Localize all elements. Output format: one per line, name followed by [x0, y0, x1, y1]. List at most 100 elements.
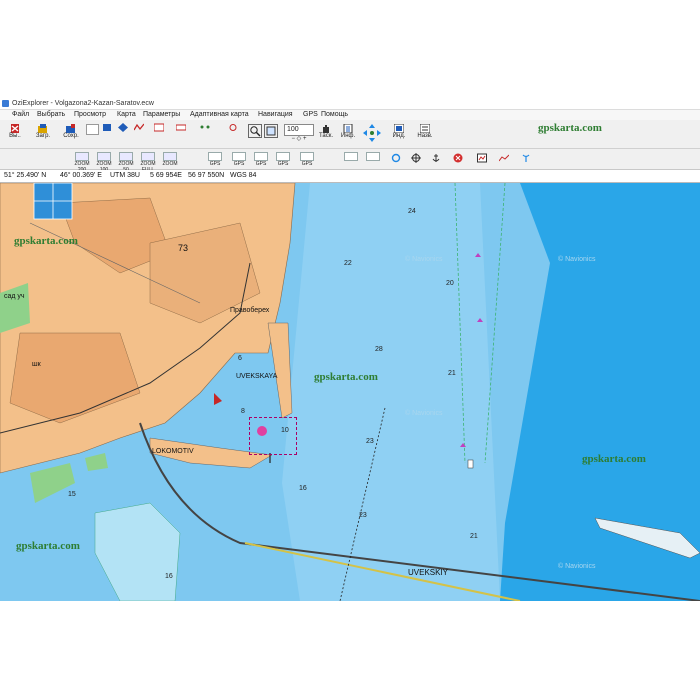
easting-readout: 5 69 954E — [150, 172, 182, 179]
depth-label-9: 21 — [470, 533, 478, 540]
menu-view[interactable]: Просмотр — [74, 110, 106, 120]
nmea-button-1[interactable] — [344, 152, 358, 161]
info-button[interactable]: Инф. — [338, 124, 358, 140]
signal-button[interactable] — [520, 153, 532, 165]
zoom-extra-button[interactable]: ZOOM — [160, 152, 180, 167]
gps-button-5[interactable]: GPS — [300, 152, 314, 167]
ozi-explorer-window: OziExplorer - Volgazona2-Kazan-Saratov.e… — [0, 98, 700, 601]
utm-zone: UTM 38U — [110, 172, 140, 179]
gps-button-3[interactable]: GPS — [254, 152, 268, 167]
save-button[interactable]: Сохр. — [58, 124, 84, 140]
datum-readout: WGS 84 — [230, 172, 257, 179]
chart-icon — [477, 153, 487, 163]
drag-button[interactable]: Таск. — [316, 124, 336, 140]
depth-label-13: 15 — [68, 491, 76, 498]
track-button[interactable] — [132, 123, 146, 132]
copy-button[interactable] — [86, 124, 99, 135]
gps-icon-4 — [276, 152, 290, 161]
gps-button-1[interactable]: GPS — [208, 152, 222, 167]
waypoint-button[interactable] — [100, 123, 114, 132]
gps-icon-2 — [232, 152, 246, 161]
zoom-step-buttons[interactable]: − ◇ + — [286, 136, 312, 143]
gps-button-4[interactable]: GPS — [276, 152, 290, 167]
pan-arrows-button[interactable] — [362, 123, 382, 146]
gps-label-5: GPS — [301, 161, 313, 167]
depth-label-2: 22 — [344, 260, 352, 267]
gps-icon-5 — [300, 152, 314, 161]
menu-navigation[interactable]: Навигация — [258, 110, 293, 120]
gps-label-2: GPS — [233, 161, 245, 167]
ind-label: Инд. — [392, 133, 406, 139]
track-tools-icon — [229, 124, 237, 131]
menu-bar: Файл Выбрать Просмотр Карта Параметры Ад… — [0, 110, 700, 120]
indicator-button[interactable]: Инд. — [390, 124, 408, 140]
zoom-in-button[interactable] — [248, 124, 262, 138]
exit-button[interactable]: Вы.. — [4, 124, 26, 140]
anchor-button[interactable] — [430, 153, 442, 165]
zoom-window-button[interactable] — [264, 124, 278, 138]
event-button[interactable] — [150, 123, 168, 132]
site-watermark-2: gpskarta.com — [314, 371, 378, 383]
northing-readout: 56 97 550N — [188, 172, 225, 179]
place-pravoberezh: Правоберех — [230, 307, 270, 314]
menu-select[interactable]: Выбрать — [37, 110, 65, 120]
nmea-icon-1 — [344, 152, 358, 161]
depth-label-7: 23 — [359, 512, 367, 519]
load-button[interactable]: Загр. — [30, 124, 56, 140]
drag-label: Таск. — [318, 133, 334, 139]
route-button[interactable] — [116, 123, 130, 132]
depth-label-10: 10 — [281, 427, 289, 434]
depth-label-4: 28 — [375, 346, 383, 353]
zoom-50-icon — [119, 152, 133, 161]
zoom-toolbar: ZOOM 200 ZOOM 100 ZOOM 50 ZOOM FULL ZOOM… — [0, 149, 700, 173]
stop-button[interactable] — [452, 153, 464, 165]
profile-button[interactable] — [498, 153, 510, 165]
load-label: Загр. — [35, 133, 51, 139]
menu-help[interactable]: Помощь — [321, 110, 348, 120]
menu-adaptive-map[interactable]: Адаптивная карта — [190, 110, 249, 120]
name-icon — [176, 124, 186, 131]
block-number: 73 — [178, 243, 189, 253]
zoom-level-select[interactable]: 100 — [284, 124, 314, 136]
gps-icon-1 — [208, 152, 222, 161]
zoom-extra-icon — [163, 152, 177, 161]
target-button[interactable] — [410, 153, 422, 165]
refresh-button[interactable] — [390, 153, 402, 165]
depth-label-5: 21 — [448, 370, 456, 377]
window-title: OziExplorer - Volgazona2-Kazan-Saratov.e… — [12, 100, 154, 107]
save-label: Сохр. — [63, 133, 79, 139]
zoom-level-value: 100 — [287, 126, 299, 133]
track-tools-button[interactable] — [222, 123, 244, 132]
site-watermark-1: gpskarta.com — [14, 235, 78, 247]
zoom-selection-box[interactable] — [249, 417, 297, 455]
zoom-full-icon — [141, 152, 155, 161]
gps-button-2[interactable]: GPS — [232, 152, 246, 167]
names-label: Назв. — [417, 133, 433, 139]
nmea-button-2[interactable] — [366, 152, 380, 161]
navionics-watermark-4: © Navionics — [558, 563, 596, 570]
exit-label: Вы.. — [9, 133, 21, 139]
nautical-map-canvas — [0, 183, 700, 601]
menu-settings[interactable]: Параметры — [143, 110, 180, 120]
load-map-icon — [38, 124, 47, 133]
site-watermark-4: gpskarta.com — [16, 540, 80, 552]
place-school: шк — [32, 361, 41, 368]
depth-label-8: 16 — [299, 485, 307, 492]
menu-file[interactable]: Файл — [12, 110, 29, 120]
app-icon — [2, 100, 9, 107]
menu-gps[interactable]: GPS — [303, 110, 318, 120]
name-button[interactable] — [172, 123, 190, 132]
fairway-shallow — [282, 183, 500, 601]
place-uvekskaya: UVEKSKAYA — [236, 373, 278, 380]
zoom-step-icons: − ◇ + — [291, 136, 307, 142]
exit-icon — [11, 124, 19, 133]
indicator-icon — [394, 124, 404, 133]
map-view[interactable]: 73 Правоберех UVEKSKAYA LOKOMOTIV UVEKSK… — [0, 183, 700, 601]
points-button[interactable] — [196, 123, 214, 132]
chart-button[interactable] — [476, 153, 488, 165]
menu-map[interactable]: Карта — [117, 110, 136, 120]
stop-icon — [453, 153, 463, 163]
names-button[interactable]: Назв. — [414, 124, 436, 140]
profile-icon — [498, 154, 510, 162]
site-watermark-top: gpskarta.com — [538, 122, 602, 134]
